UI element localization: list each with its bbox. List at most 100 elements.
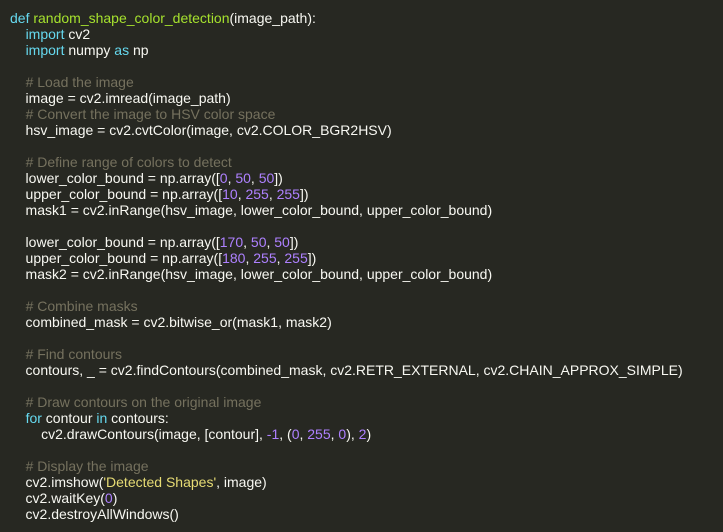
- code-text-token: upper_color_bound: [10, 186, 151, 202]
- code-text-token: cv2.waitKey(: [10, 490, 105, 506]
- code-line[interactable]: image = cv2.imread(image_path): [10, 90, 683, 106]
- code-text-token: ]): [274, 170, 283, 186]
- code-line[interactable]: [10, 138, 683, 154]
- code-text-token: cv2.imshow(: [10, 474, 104, 490]
- code-text-token: contours, _: [10, 362, 99, 378]
- code-text-token: , (: [279, 426, 292, 442]
- code-text-token: lower_color_bound: [10, 234, 148, 250]
- code-line[interactable]: [10, 58, 683, 74]
- string-token: 'Detected Shapes': [103, 474, 217, 490]
- code-line[interactable]: cv2.imshow('Detected Shapes', image): [10, 474, 683, 490]
- number-token: 50: [250, 234, 267, 250]
- number-token: 170: [219, 234, 244, 250]
- code-text-token: ),: [346, 426, 359, 442]
- code-line[interactable]: mask2 = cv2.inRange(hsv_image, lower_col…: [10, 266, 683, 282]
- number-token: 180: [222, 250, 246, 266]
- code-text-token: contours:: [107, 410, 169, 426]
- code-line[interactable]: lower_color_bound = np.array([170, 50, 5…: [10, 234, 683, 250]
- code-text-token: ]): [289, 234, 299, 250]
- code-line[interactable]: upper_color_bound = np.array([10, 255, 2…: [10, 186, 683, 202]
- code-text-token: ,: [243, 234, 251, 250]
- number-token: -1: [266, 426, 280, 442]
- code-line[interactable]: # Define range of colors to detect: [10, 154, 683, 170]
- code-line[interactable]: contours, _ = cv2.findContours(combined_…: [10, 362, 683, 378]
- comment-token: # Convert the image to HSV color space: [25, 106, 276, 122]
- code-text-token: cv2.inRange(hsv_image, lower_color_bound…: [78, 202, 493, 218]
- code-editor[interactable]: def random_shape_color_detection(image_p…: [0, 0, 723, 532]
- code-line[interactable]: [10, 282, 683, 298]
- number-token: 50: [274, 234, 290, 250]
- code-line[interactable]: combined_mask = cv2.bitwise_or(mask1, ma…: [10, 314, 683, 330]
- code-line[interactable]: # Draw contours on the original image: [10, 394, 683, 410]
- code-text-token: ]): [299, 186, 309, 202]
- code-text-token: (image_path):: [229, 10, 316, 26]
- operator-token: =: [67, 90, 76, 106]
- number-token: 255: [276, 186, 300, 202]
- code-text-token: ): [366, 426, 372, 442]
- code-line[interactable]: [10, 442, 683, 458]
- keyword-token: import: [25, 42, 65, 58]
- code-text-token: cv2.drawContours(image, [contour],: [10, 426, 267, 442]
- code-line[interactable]: # Combine masks: [10, 298, 683, 314]
- code-line[interactable]: def random_shape_color_detection(image_p…: [10, 10, 683, 26]
- code-text-token: ]): [307, 250, 317, 266]
- number-token: 10: [222, 186, 238, 202]
- code-text-token: cv2.bitwise_or(mask1, mask2): [139, 314, 332, 330]
- code-line[interactable]: import cv2: [10, 26, 683, 42]
- comment-token: # Find contours: [25, 346, 123, 362]
- code-text-token: image: [10, 90, 68, 106]
- code-block[interactable]: def random_shape_color_detection(image_p…: [10, 10, 683, 522]
- code-text-token: np.array([: [158, 186, 223, 202]
- code-line[interactable]: import numpy as np: [10, 42, 683, 58]
- code-text-token: numpy: [64, 42, 115, 58]
- number-token: 255: [245, 186, 269, 202]
- code-line[interactable]: cv2.drawContours(image, [contour], -1, (…: [10, 426, 683, 442]
- code-line[interactable]: # Find contours: [10, 346, 683, 362]
- code-line[interactable]: mask1 = cv2.inRange(hsv_image, lower_col…: [10, 202, 683, 218]
- code-text-token: upper_color_bound: [10, 250, 151, 266]
- code-line[interactable]: # Load the image: [10, 74, 683, 90]
- comment-token: # Draw contours on the original image: [25, 394, 262, 410]
- code-text-token: ,: [268, 186, 277, 202]
- code-line[interactable]: # Display the image: [10, 458, 683, 474]
- code-line[interactable]: for contour in contours:: [10, 410, 683, 426]
- code-text-token: ,: [250, 170, 259, 186]
- code-line[interactable]: [10, 330, 683, 346]
- code-text-token: lower_color_bound: [10, 170, 148, 186]
- keyword-token: def: [10, 10, 34, 26]
- code-text-token: contour: [41, 410, 97, 426]
- code-line[interactable]: upper_color_bound = np.array([180, 255, …: [10, 250, 683, 266]
- code-line[interactable]: hsv_image = cv2.cvtColor(image, cv2.COLO…: [10, 122, 683, 138]
- code-text-token: cv2.inRange(hsv_image, lower_color_bound…: [78, 266, 493, 282]
- code-text-token: combined_mask: [10, 314, 132, 330]
- operator-token: =: [98, 362, 107, 378]
- function-name-token: random_shape_color_detection: [33, 10, 230, 26]
- number-token: 0: [104, 490, 113, 506]
- code-text-token: np: [129, 42, 149, 58]
- code-line[interactable]: cv2.waitKey(0): [10, 490, 683, 506]
- code-line[interactable]: cv2.destroyAllWindows(): [10, 506, 683, 522]
- code-text-token: np.array([: [155, 234, 220, 250]
- operator-token: =: [70, 266, 79, 282]
- code-line[interactable]: [10, 218, 683, 234]
- comment-token: # Define range of colors to detect: [25, 154, 232, 170]
- keyword-token: for: [25, 410, 42, 426]
- code-line[interactable]: [10, 378, 683, 394]
- code-text-token: np.array([: [158, 250, 223, 266]
- number-token: 255: [307, 426, 331, 442]
- number-token: 50: [235, 170, 251, 186]
- code-text-token: cv2.cvtColor(image, cv2.COLOR_BGR2HSV): [105, 122, 392, 138]
- code-line[interactable]: # Convert the image to HSV color space: [10, 106, 683, 122]
- code-line[interactable]: lower_color_bound = np.array([0, 50, 50]…: [10, 170, 683, 186]
- operator-token: =: [147, 234, 156, 250]
